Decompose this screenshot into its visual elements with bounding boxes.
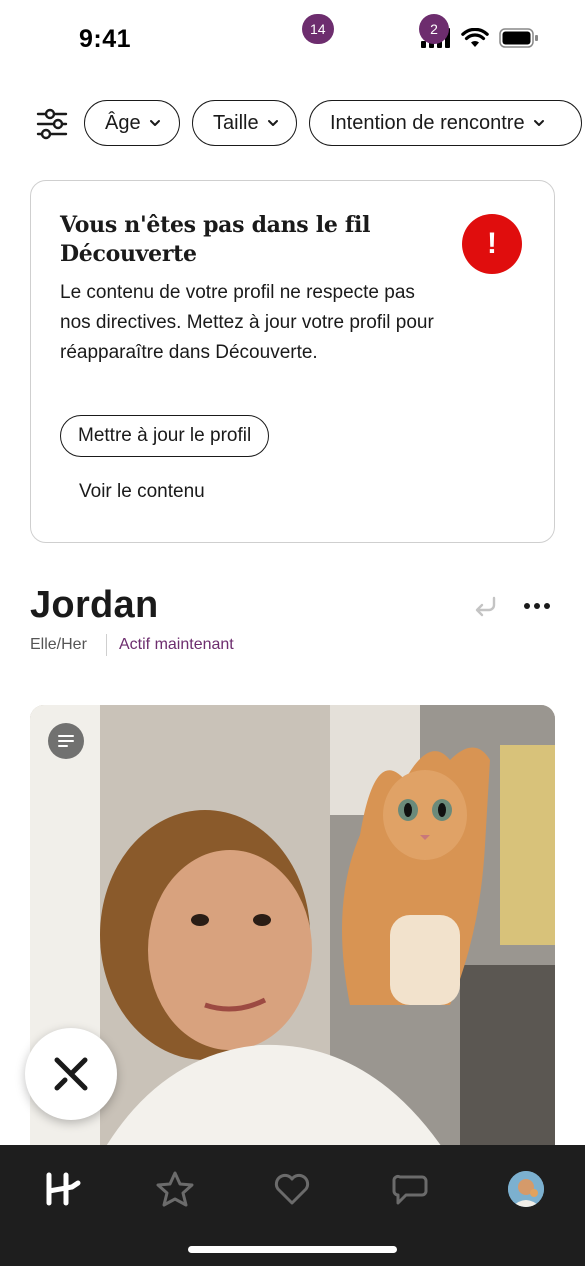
matches-count-badge: 2: [419, 14, 449, 44]
chevron-down-icon: [149, 120, 160, 126]
filter-chip-label: Taille: [213, 111, 259, 134]
close-icon: [54, 1057, 88, 1091]
status-bar: 9:41: [0, 0, 585, 80]
nav-matches[interactable]: [388, 1167, 432, 1211]
more-options-icon[interactable]: [524, 594, 556, 618]
alert-badge: !: [462, 214, 522, 274]
discover-warning-card: Vous n'êtes pas dans le fil Découverte !…: [30, 180, 555, 543]
likes-count-badge: 14: [302, 14, 334, 44]
home-indicator: [188, 1246, 397, 1253]
filter-chip-height[interactable]: Taille: [192, 100, 297, 146]
filter-chip-age[interactable]: Âge: [84, 100, 180, 146]
prompt-text-icon[interactable]: [48, 723, 84, 759]
nav-profile[interactable]: [504, 1167, 548, 1211]
undo-icon[interactable]: [472, 592, 500, 620]
chevron-down-icon: [267, 120, 278, 126]
status-time: 9:41: [79, 25, 132, 53]
exclamation-icon: !: [487, 227, 497, 260]
wifi-icon: [461, 28, 489, 47]
nav-home[interactable]: [40, 1167, 84, 1211]
chevron-down-icon: [533, 120, 544, 126]
battery-icon: [499, 28, 538, 48]
nav-likes[interactable]: [270, 1167, 314, 1211]
update-profile-button[interactable]: Mettre à jour le profil: [60, 415, 270, 457]
chat-icon: [392, 1174, 428, 1205]
home-logo-icon: [46, 1172, 81, 1206]
alert-title: Vous n'êtes pas dans le fil Découverte: [60, 212, 371, 267]
view-content-button[interactable]: Voir le contenu: [79, 481, 205, 503]
heart-icon: [274, 1173, 310, 1205]
filter-bar: Âge Taille Intention de rencontre: [0, 98, 585, 150]
profile-photo[interactable]: [30, 705, 555, 1175]
filter-chip-label: Intention de rencontre: [330, 111, 525, 134]
avatar: [508, 1171, 544, 1207]
divider: [106, 634, 107, 656]
pronouns: Elle/Her: [30, 636, 87, 653]
dismiss-button[interactable]: [25, 1028, 117, 1120]
filter-chip-label: Âge: [105, 111, 141, 134]
profile-name: Jordan: [30, 584, 159, 626]
filter-chip-dating-intention[interactable]: Intention de rencontre: [309, 100, 582, 146]
nav-standouts[interactable]: [153, 1167, 197, 1211]
sliders-icon[interactable]: [34, 106, 70, 142]
star-icon: [156, 1171, 194, 1207]
alert-body: Le contenu de votre profil ne respecte p…: [60, 282, 434, 363]
activity-status: Actif maintenant: [119, 636, 234, 653]
